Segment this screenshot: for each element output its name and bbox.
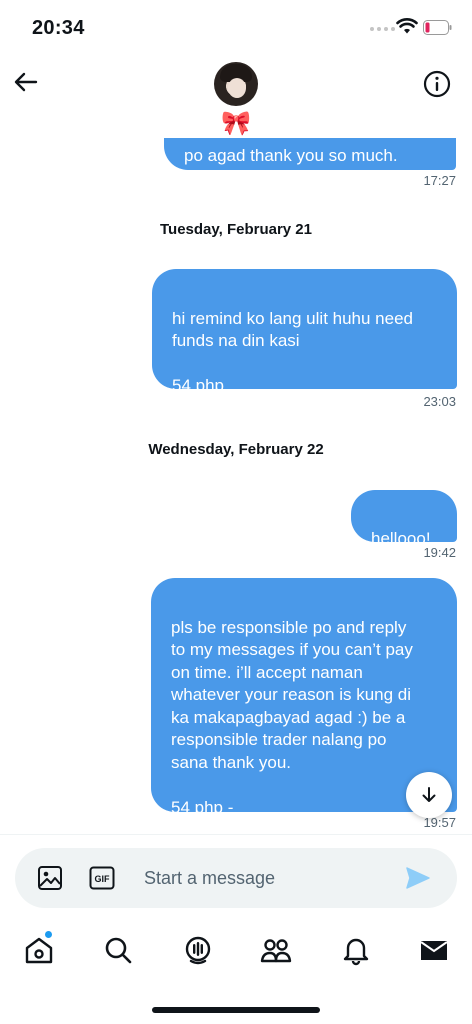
status-time: 20:34: [32, 17, 85, 39]
cellular-signal-icon: [370, 27, 395, 31]
battery-icon: [423, 20, 452, 35]
date-separator: Wednesday, February 22: [148, 441, 324, 458]
bottom-tab-bar: [0, 926, 472, 976]
home-notification-dot: [44, 930, 53, 939]
image-icon[interactable]: [37, 865, 63, 891]
message-bubble[interactable]: hi remind ko lang ulit huhu need funds n…: [152, 269, 457, 395]
info-icon[interactable]: [423, 70, 451, 98]
message-text: po agad thank you so much.: [184, 145, 398, 165]
spaces-icon[interactable]: [182, 934, 214, 966]
message-composer: GIF: [15, 848, 457, 908]
message-list[interactable]: po agad thank you so much. 17:27 Tuesday…: [0, 138, 472, 834]
gif-icon[interactable]: GIF: [89, 865, 115, 891]
message-bubble[interactable]: po agad thank you so much.: [164, 138, 456, 170]
arrow-down-icon: [422, 787, 436, 802]
search-icon[interactable]: [102, 934, 134, 966]
message-timestamp: 19:57: [423, 815, 456, 830]
gif-label: GIF: [95, 874, 111, 884]
message-input[interactable]: [144, 865, 394, 891]
messages-icon[interactable]: [418, 934, 450, 966]
scroll-to-bottom-button[interactable]: [406, 772, 452, 818]
notifications-icon[interactable]: [340, 934, 372, 966]
ribbon-bow-icon: 🎀: [221, 110, 251, 137]
home-icon[interactable]: [23, 934, 55, 966]
message-timestamp: 17:27: [423, 173, 456, 188]
wifi-icon: [396, 18, 418, 34]
status-bar: 20:34: [0, 0, 472, 58]
message-text: hi remind ko lang ulit huhu need funds n…: [172, 308, 413, 396]
avatar[interactable]: [214, 62, 258, 106]
message-bubble[interactable]: pls be responsible po and reply to my me…: [151, 578, 457, 817]
send-icon[interactable]: [405, 865, 431, 891]
back-arrow-icon[interactable]: [12, 68, 40, 96]
message-text: pls be responsible po and reply to my me…: [171, 617, 413, 817]
message-bubble[interactable]: hellooo!: [351, 490, 457, 548]
date-separator: Tuesday, February 21: [159, 221, 312, 238]
communities-icon[interactable]: [260, 934, 292, 966]
home-indicator[interactable]: [152, 1007, 320, 1013]
conversation-header: 🎀: [0, 58, 472, 138]
message-timestamp: 23:03: [423, 394, 456, 409]
composer-divider: [0, 834, 472, 835]
message-timestamp: 19:42: [423, 545, 456, 560]
